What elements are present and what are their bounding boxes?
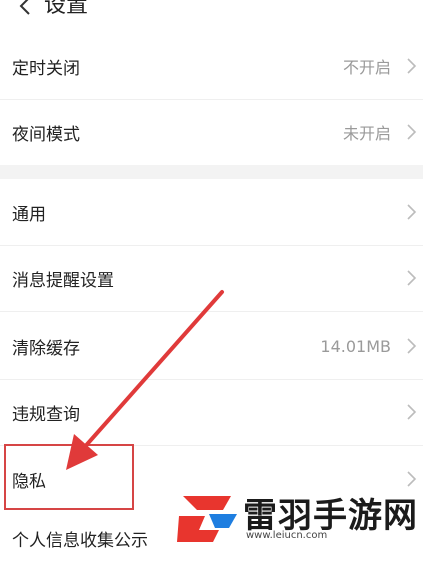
settings-row-timer-off[interactable]: 定时关闭 不开启 bbox=[0, 33, 423, 99]
page-title: 设置 bbox=[44, 0, 89, 18]
row-label: 夜间模式 bbox=[12, 124, 80, 145]
row-label: 违规查询 bbox=[12, 404, 80, 425]
chevron-right-icon bbox=[407, 204, 417, 220]
row-label: 定时关闭 bbox=[12, 58, 80, 79]
row-label: 通用 bbox=[12, 204, 46, 225]
row-value: 14.01MB bbox=[320, 336, 391, 356]
top-bar: 设置 bbox=[0, 0, 423, 24]
settings-row-night-mode[interactable]: 夜间模式 未开启 bbox=[0, 99, 423, 165]
settings-row-violation-query[interactable]: 违规查询 bbox=[0, 379, 423, 445]
settings-row-clear-cache[interactable]: 清除缓存 14.01MB bbox=[0, 313, 423, 379]
divider bbox=[0, 311, 423, 312]
chevron-right-icon bbox=[407, 338, 417, 354]
row-value: 未开启 bbox=[342, 124, 391, 143]
row-value: 不开启 bbox=[342, 58, 391, 77]
back-arrow-icon[interactable] bbox=[14, 0, 38, 18]
chevron-right-icon bbox=[407, 58, 417, 74]
chevron-right-icon bbox=[407, 124, 417, 140]
chevron-right-icon bbox=[407, 270, 417, 286]
highlight-box bbox=[4, 444, 134, 510]
row-label: 消息提醒设置 bbox=[12, 270, 114, 291]
row-label: 清除缓存 bbox=[12, 338, 80, 359]
chevron-right-icon bbox=[407, 471, 417, 487]
chevron-right-icon bbox=[407, 404, 417, 420]
section-gap bbox=[0, 165, 423, 179]
settings-row-general[interactable]: 通用 bbox=[0, 179, 423, 245]
settings-row-notifications[interactable]: 消息提醒设置 bbox=[0, 245, 423, 311]
watermark-url: www.leiucn.com bbox=[246, 530, 328, 541]
